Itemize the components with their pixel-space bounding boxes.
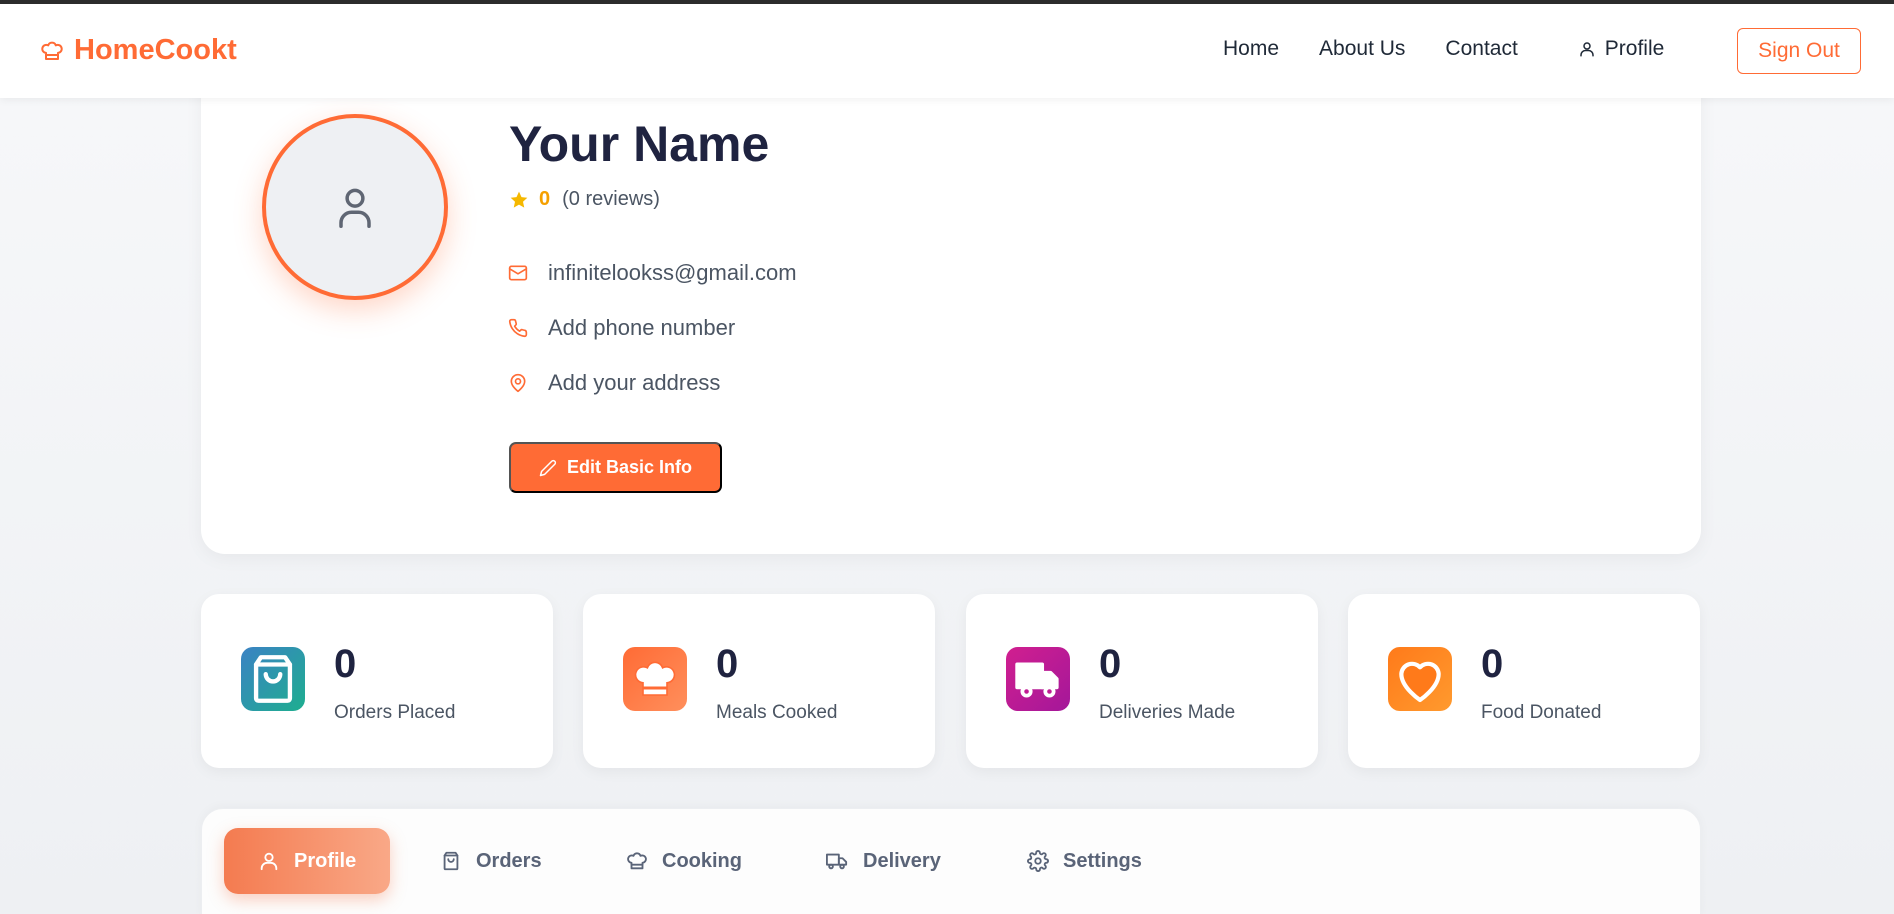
chef-hat-icon bbox=[623, 647, 687, 711]
stat-label: Food Donated bbox=[1481, 702, 1602, 723]
tab-label: Settings bbox=[1063, 849, 1142, 872]
brand-logo[interactable]: HomeCookt bbox=[40, 34, 237, 67]
email-row: infinitelookss@gmail.com bbox=[508, 260, 797, 286]
pencil-icon bbox=[539, 459, 557, 476]
stat-label: Meals Cooked bbox=[716, 702, 838, 723]
nav-link-contact[interactable]: Contact bbox=[1445, 37, 1517, 61]
avatar[interactable] bbox=[262, 114, 448, 300]
stat-card-meals: 0 Meals Cooked bbox=[583, 594, 935, 768]
email-value: infinitelookss@gmail.com bbox=[548, 260, 797, 285]
mail-icon bbox=[508, 265, 528, 281]
navbar: HomeCookt Home About Us Contact Profile … bbox=[0, 4, 1894, 98]
rating-count: (0 reviews) bbox=[562, 188, 660, 210]
phone-row: Add phone number bbox=[508, 315, 735, 341]
nav-link-about[interactable]: About Us bbox=[1319, 37, 1405, 61]
tab-label: Cooking bbox=[662, 849, 742, 872]
user-icon bbox=[1580, 42, 1594, 57]
shopping-bag-icon bbox=[241, 647, 305, 711]
chef-hat-icon bbox=[627, 852, 647, 870]
user-icon bbox=[339, 188, 371, 228]
phone-icon bbox=[508, 318, 528, 338]
tab-label: Orders bbox=[476, 849, 542, 872]
truck-icon bbox=[1006, 647, 1070, 711]
star-icon bbox=[510, 191, 528, 208]
edit-basic-info-label: Edit Basic Info bbox=[566, 457, 692, 477]
brand-name: HomeCookt bbox=[74, 34, 237, 66]
tab-settings[interactable]: Settings bbox=[1027, 828, 1142, 894]
rating-value: 0 bbox=[539, 188, 551, 210]
stat-value: 0 bbox=[1481, 642, 1504, 686]
profile-card bbox=[201, 60, 1701, 554]
user-icon bbox=[260, 852, 278, 871]
tab-label: Delivery bbox=[863, 849, 941, 872]
sign-out-button[interactable]: Sign Out bbox=[1737, 28, 1861, 74]
heart-icon bbox=[1388, 647, 1452, 711]
nav-link-home[interactable]: Home bbox=[1223, 37, 1279, 61]
nav-links: Home About Us Contact Profile bbox=[1223, 37, 1664, 61]
address-row: Add your address bbox=[508, 370, 720, 396]
profile-name: Your Name bbox=[509, 116, 770, 172]
stat-value: 0 bbox=[716, 642, 739, 686]
tab-delivery[interactable]: Delivery bbox=[825, 828, 941, 894]
tab-orders[interactable]: Orders bbox=[440, 828, 542, 894]
stat-value: 0 bbox=[1099, 642, 1122, 686]
stat-card-orders: 0 Orders Placed bbox=[201, 594, 553, 768]
rating: 0 (0 reviews) bbox=[509, 188, 660, 211]
truck-icon bbox=[826, 853, 848, 870]
chef-hat-icon bbox=[41, 41, 63, 60]
phone-placeholder: Add phone number bbox=[548, 315, 736, 340]
nav-profile-label: Profile bbox=[1604, 37, 1665, 60]
map-pin-icon bbox=[510, 373, 526, 393]
gear-icon bbox=[1027, 850, 1049, 872]
stat-value: 0 bbox=[334, 642, 357, 686]
nav-profile-link[interactable]: Profile bbox=[1578, 37, 1665, 61]
address-placeholder: Add your address bbox=[548, 370, 721, 395]
shopping-bag-icon bbox=[443, 851, 459, 871]
stat-label: Orders Placed bbox=[334, 702, 456, 723]
stat-card-donated: 0 Food Donated bbox=[1348, 594, 1700, 768]
stat-label: Deliveries Made bbox=[1099, 702, 1236, 723]
tab-label: Profile bbox=[294, 849, 357, 872]
tab-profile[interactable]: Profile bbox=[224, 828, 391, 894]
stat-card-deliveries: 0 Deliveries Made bbox=[966, 594, 1318, 768]
profile-tabs: Profile Orders Cooking Delivery Settings bbox=[201, 808, 1701, 914]
edit-basic-info-button[interactable]: Edit Basic Info bbox=[509, 442, 722, 493]
tab-cooking[interactable]: Cooking bbox=[626, 828, 742, 894]
